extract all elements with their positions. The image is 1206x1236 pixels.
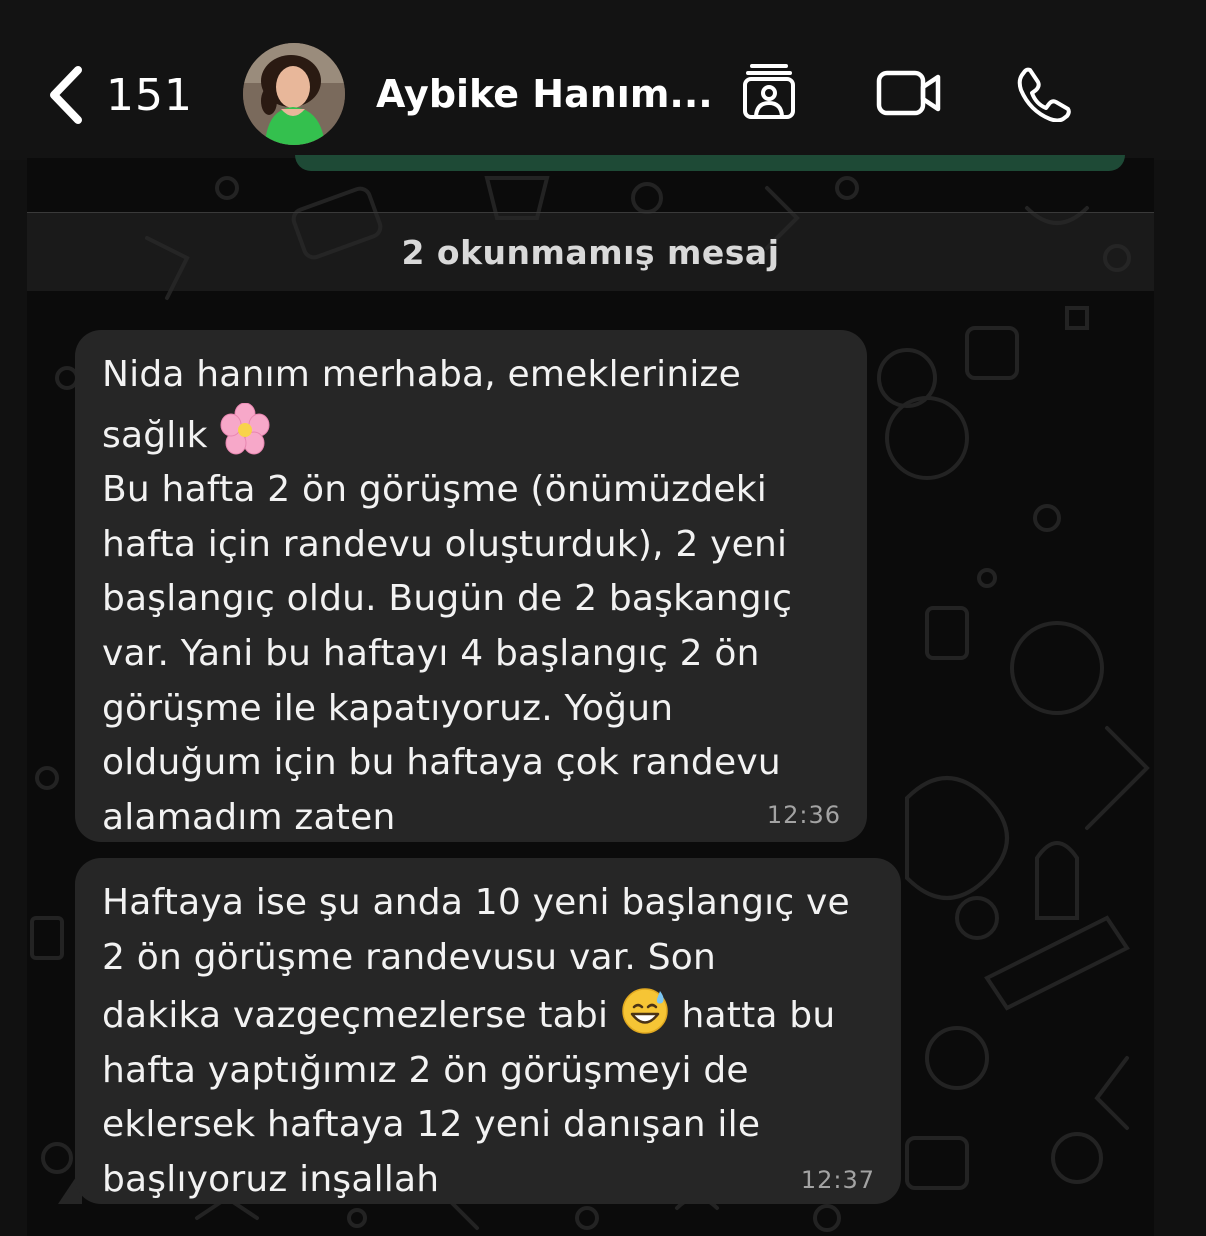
grinning-face-with-sweat-icon [622,988,668,1034]
outgoing-message-edge [295,155,1125,171]
message-timestamp: 12:36 [766,801,841,829]
chevron-left-icon [50,66,82,124]
message-text: Haftaya ise şu anda 10 yeni başlangıç ve… [102,882,850,1200]
contact-name[interactable]: Aybike Hanım... [376,72,713,116]
message-bubble[interactable]: Haftaya ise şu anda 10 yeni başlangıç ve… [75,858,901,1204]
contact-card-button[interactable] [742,62,796,124]
voice-call-button[interactable] [1016,66,1072,126]
unread-messages-label: 2 okunmamış mesaj [401,232,780,272]
video-call-icon [876,70,941,116]
message-bubble[interactable]: Nida hanım merhaba, emeklerinize sağlık … [75,330,867,842]
back-button[interactable]: 151 [48,60,193,130]
message-text: Nida hanım merhaba, emeklerinize sağlık … [102,354,793,838]
avatar[interactable] [243,43,345,145]
chat-header: 151 Aybike Hanım... [0,0,1206,160]
video-call-button[interactable] [876,70,942,120]
message-timestamp: 12:37 [800,1166,875,1194]
phone-icon [1017,67,1071,123]
cherry-blossom-icon [220,402,270,455]
unread-messages-divider: 2 okunmamış mesaj [27,212,1154,291]
unread-count: 151 [106,69,193,121]
contact-card-icon [743,64,795,119]
